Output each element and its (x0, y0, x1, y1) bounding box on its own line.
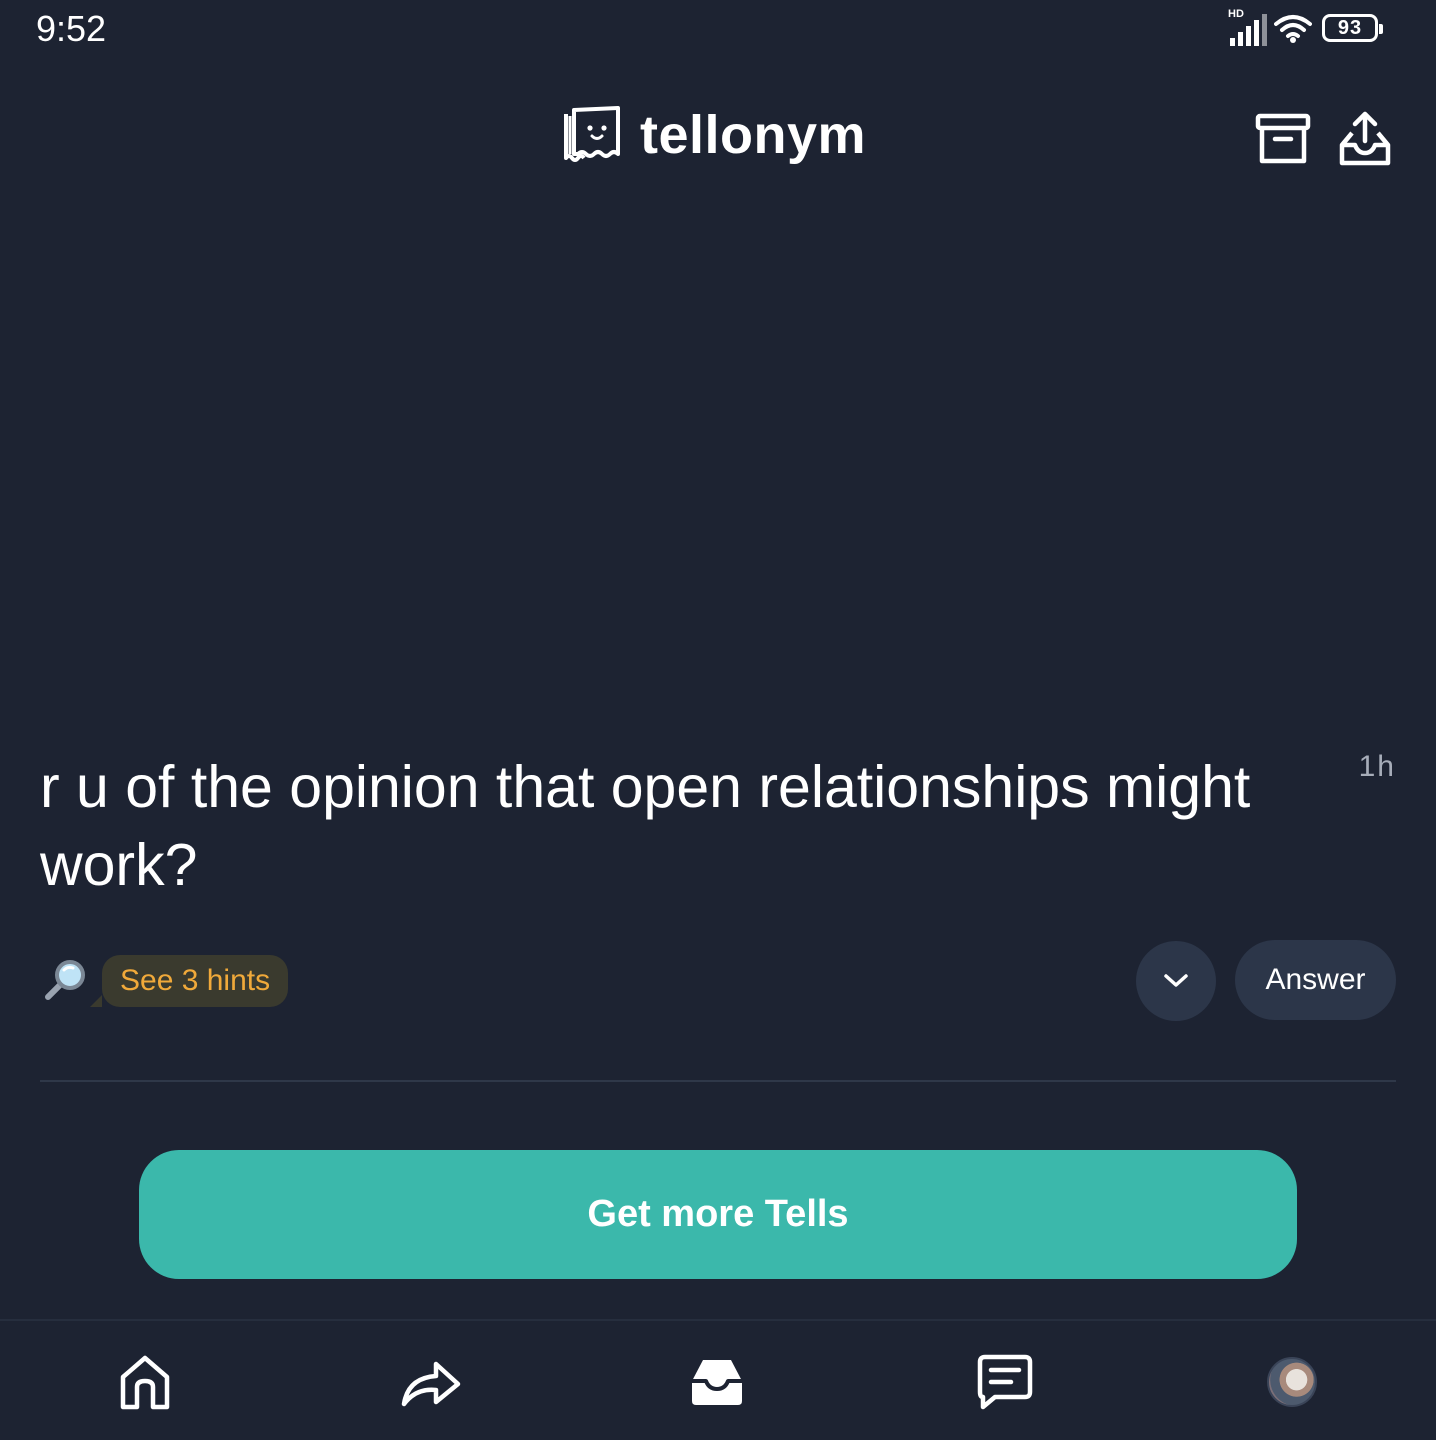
logo-mascot-icon (564, 106, 620, 162)
see-hints-button[interactable]: See 3 hints (89, 955, 289, 1007)
battery-level: 93 (1337, 16, 1363, 39)
share-out-icon (1339, 111, 1391, 166)
status-time: 9:52 (36, 8, 107, 49)
chat-icon (977, 1354, 1033, 1410)
nav-chat[interactable] (972, 1349, 1038, 1415)
nav-share[interactable] (398, 1349, 464, 1415)
nav-profile[interactable] (1259, 1349, 1325, 1415)
tell-question-text: r u of the opinion that open relationshi… (40, 754, 1251, 898)
home-icon (120, 1355, 170, 1410)
inbox-icon (692, 1360, 742, 1405)
get-more-tells-label: Get more Tells (587, 1193, 849, 1235)
status-icons: HD 93 (1228, 8, 1383, 48)
share-icon (401, 1361, 461, 1407)
signal-icon: HD (1228, 8, 1267, 48)
logo-wordmark: tellonym (640, 105, 867, 165)
app-header: tellonym (0, 90, 1436, 190)
tellonym-logo: tellonym (560, 104, 866, 166)
wifi-icon (1274, 15, 1312, 43)
magnifier-icon (45, 960, 85, 1000)
archive-icon (1255, 113, 1311, 164)
answer-button[interactable]: Answer (1235, 940, 1396, 1020)
bottom-navigation (0, 1319, 1436, 1440)
hints-row: See 3 hints (40, 954, 289, 1008)
see-hints-label: See 3 hints (120, 964, 271, 997)
divider (40, 1080, 1396, 1082)
chevron-down-icon (1164, 974, 1188, 987)
answer-label: Answer (1265, 963, 1366, 996)
tell-timestamp: 1h (1358, 750, 1396, 783)
nav-inbox[interactable] (684, 1349, 750, 1415)
archive-button[interactable] (1252, 108, 1314, 170)
share-out-button[interactable] (1334, 108, 1396, 170)
nav-home[interactable] (112, 1349, 178, 1415)
profile-avatar (1267, 1357, 1317, 1407)
status-bar: 9:52 HD 93 (0, 0, 1436, 60)
tellonym-inbox-screen: 9:52 HD 93 tellonym r u of the opinion t… (0, 0, 1436, 1440)
battery-icon: 93 (1322, 14, 1383, 42)
expand-options-button[interactable] (1136, 941, 1216, 1021)
get-more-tells-button[interactable]: Get more Tells (139, 1150, 1297, 1279)
